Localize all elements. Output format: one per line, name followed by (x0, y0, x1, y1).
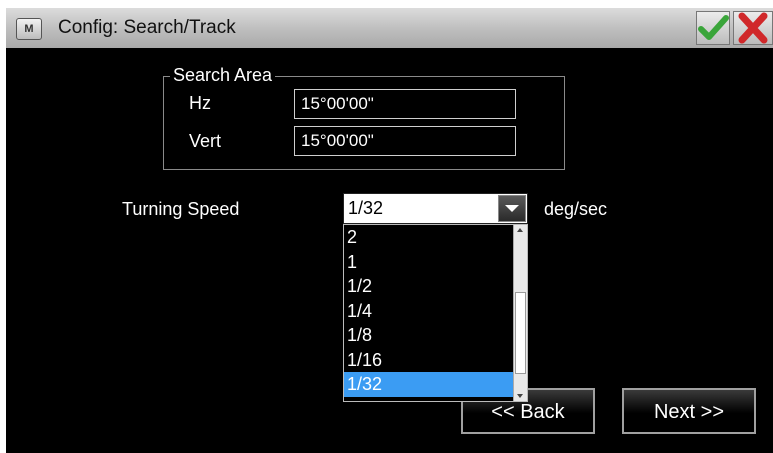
turning-speed-value: 1/32 (348, 198, 384, 218)
cancel-button[interactable] (733, 11, 773, 45)
main-panel: Search Area Hz 15°00'00" Vert 15°00'00" … (6, 48, 773, 453)
vert-field[interactable]: 15°00'00" (294, 126, 516, 156)
speed-option[interactable]: 2 (344, 225, 527, 250)
vert-label: Vert (189, 131, 222, 151)
speed-option[interactable]: 1/2 (344, 274, 527, 299)
speed-option[interactable]: 1/4 (344, 299, 527, 324)
turning-speed-dropdown-list: 2 1 1/2 1/4 1/8 1/16 1/32 (343, 224, 528, 402)
check-icon (698, 15, 729, 40)
close-icon (738, 12, 768, 44)
app-frame: M Config: Search/Track Search Area Hz 15… (0, 0, 773, 453)
turning-speed-label: Turning Speed (122, 199, 240, 219)
turning-speed-select[interactable]: 1/32 (343, 193, 528, 224)
unit-label: deg/sec (544, 199, 608, 219)
hz-label: Hz (189, 93, 211, 113)
dropdown-button[interactable] (498, 195, 526, 222)
scroll-up-icon[interactable] (514, 225, 526, 235)
hz-field[interactable]: 15°00'00" (294, 89, 516, 119)
speed-option[interactable]: 1/8 (344, 323, 527, 348)
speed-option[interactable]: 1/16 (344, 348, 527, 373)
chevron-down-icon (505, 205, 519, 212)
scrollbar-thumb[interactable] (515, 292, 526, 374)
dropdown-scrollbar[interactable] (513, 225, 527, 401)
title-bar: M Config: Search/Track (6, 8, 773, 49)
speed-option-selected[interactable]: 1/32 (344, 372, 527, 397)
search-area-label: Search Area (170, 65, 276, 86)
window-title: Config: Search/Track (58, 17, 236, 38)
ok-button[interactable] (696, 11, 730, 45)
search-area-group: Search Area Hz 15°00'00" Vert 15°00'00" (163, 65, 565, 170)
scroll-down-icon[interactable] (514, 391, 526, 401)
speed-option[interactable]: 1 (344, 250, 527, 275)
app-menu-icon[interactable]: M (16, 18, 42, 40)
next-button[interactable]: Next >> (622, 388, 756, 434)
